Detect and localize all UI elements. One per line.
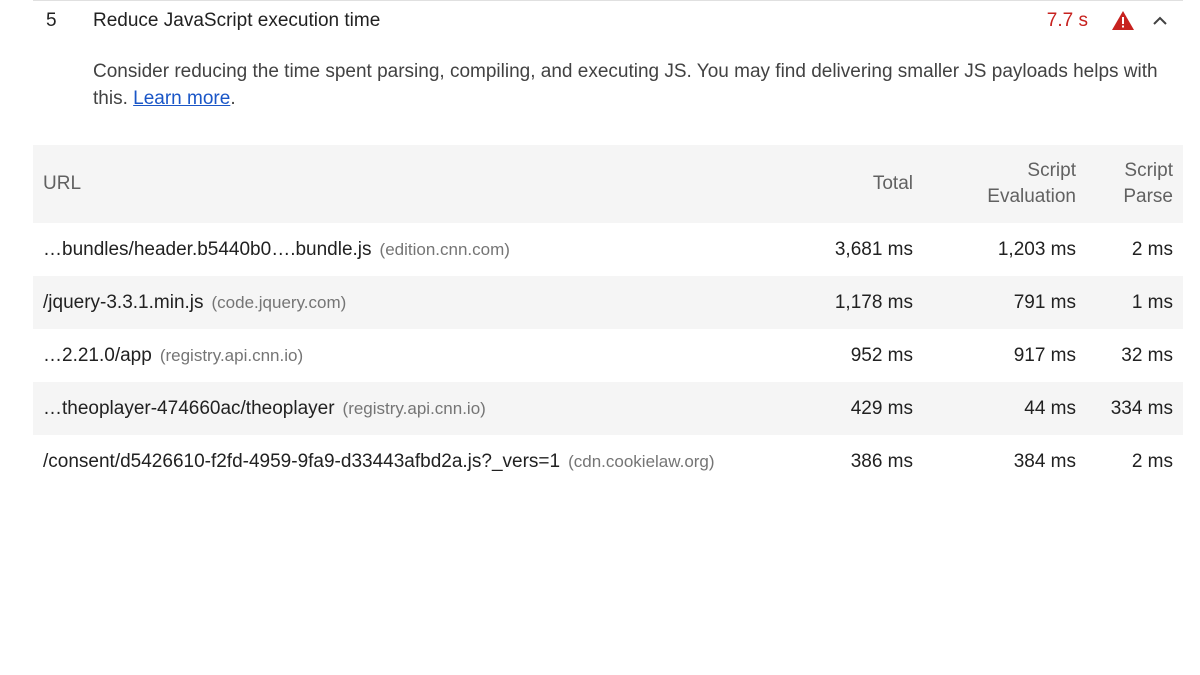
cell-script-evaluation: 44 ms [1024, 397, 1076, 419]
url-host: (registry.api.cnn.io) [342, 398, 486, 418]
header-script-evaluation: Script Evaluation [923, 145, 1086, 223]
cell-script-parse: 2 ms [1131, 450, 1173, 472]
url-host: (code.jquery.com) [211, 292, 347, 312]
cell-total: 3,681 ms [834, 238, 913, 260]
header-script-evaluation-line1: Script [1027, 160, 1076, 181]
cell-script-parse: 2 ms [1131, 238, 1173, 260]
header-script-parse-line2: Parse [1123, 186, 1173, 207]
table-row: …bundles/header.b5440b0….bundle.js (editi… [33, 223, 1183, 276]
audit-display-value: 7.7 s [1046, 10, 1088, 31]
audit-description: Consider reducing the time spent parsing… [93, 58, 1173, 112]
chevron-up-icon[interactable] [1151, 12, 1169, 30]
audit-title[interactable]: Reduce JavaScript execution time [93, 10, 380, 32]
table-row: /consent/d5426610-f2fd-4959-9fa9-d33443a… [33, 435, 1183, 488]
url-host: (registry.api.cnn.io) [159, 345, 304, 365]
cell-url: /jquery-3.3.1.min.js (code.jquery.com) [33, 276, 793, 329]
table-header-row: URL Total Script Evaluation Script Parse [33, 145, 1183, 223]
cell-total: 429 ms [850, 397, 913, 419]
cell-script-parse: 334 ms [1110, 397, 1173, 419]
cell-url: /consent/d5426610-f2fd-4959-9fa9-d33443a… [33, 435, 793, 488]
cell-script-parse: 32 ms [1121, 344, 1173, 366]
cell-script-parse: 1 ms [1131, 291, 1173, 313]
learn-more-link[interactable]: Learn more [133, 88, 230, 109]
url-path[interactable]: /jquery-3.3.1.min.js [43, 292, 204, 313]
table-row: /jquery-3.3.1.min.js (code.jquery.com) 1,… [33, 276, 1183, 329]
audit-description-end: . [230, 88, 236, 109]
cell-url: …2.21.0/app (registry.api.cnn.io) [33, 329, 793, 382]
url-path[interactable]: …2.21.0/app [43, 345, 152, 366]
audit-header[interactable]: 5 Reduce JavaScript execution time 7.7 s [33, 0, 1183, 42]
audit-description-text: Consider reducing the time spent parsing… [93, 61, 1158, 109]
header-url: URL [43, 173, 82, 194]
cell-total: 1,178 ms [834, 291, 913, 313]
cell-total: 386 ms [850, 450, 913, 472]
header-total: Total [872, 173, 913, 194]
cell-script-evaluation: 384 ms [1013, 450, 1076, 472]
audit-index: 5 [46, 10, 57, 31]
cell-script-evaluation: 917 ms [1013, 344, 1076, 366]
header-script-parse: Script Parse [1086, 145, 1183, 223]
cell-url: …theoplayer-474660ac/theoplayer (registry… [33, 382, 793, 435]
cell-script-evaluation: 791 ms [1013, 291, 1076, 313]
warning-triangle-icon [1112, 11, 1134, 30]
cell-script-evaluation: 1,203 ms [997, 238, 1076, 260]
url-host: (edition.cnn.com) [379, 239, 510, 259]
cell-url: …bundles/header.b5440b0….bundle.js (editi… [33, 223, 793, 276]
table-row: …2.21.0/app (registry.api.cnn.io) 952 ms … [33, 329, 1183, 382]
url-path[interactable]: /consent/d5426610-f2fd-4959-9fa9-d33443a… [43, 451, 560, 472]
url-path[interactable]: …bundles/header.b5440b0….bundle.js [43, 239, 372, 260]
url-host: (cdn.cookielaw.org) [568, 451, 715, 471]
header-script-parse-line1: Script [1124, 160, 1173, 181]
table-row: …theoplayer-474660ac/theoplayer (registry… [33, 382, 1183, 435]
url-path[interactable]: …theoplayer-474660ac/theoplayer [43, 398, 335, 419]
details-table: URL Total Script Evaluation Script Parse… [33, 145, 1183, 488]
cell-total: 952 ms [850, 344, 913, 366]
header-script-evaluation-line2: Evaluation [987, 186, 1076, 207]
